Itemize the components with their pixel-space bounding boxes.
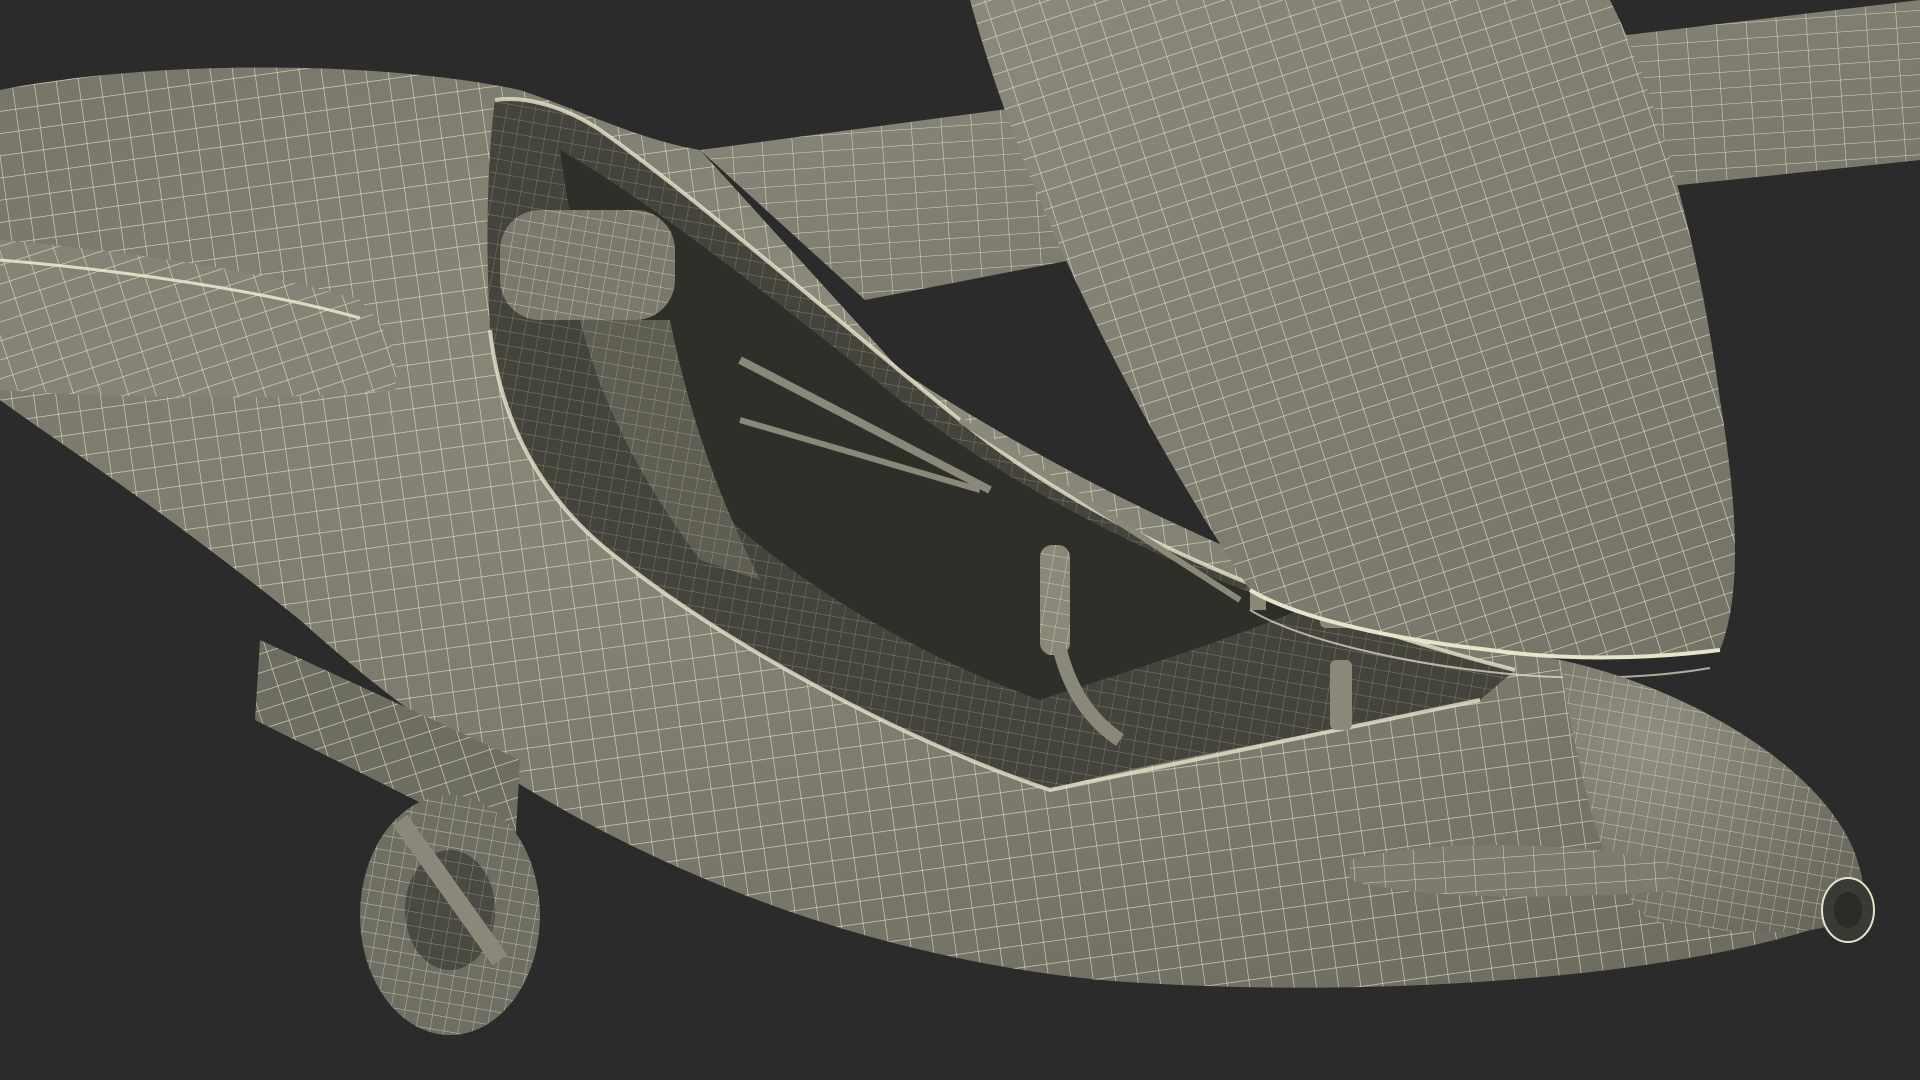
main-wheel xyxy=(360,795,540,1035)
render-viewport xyxy=(0,0,1920,1080)
